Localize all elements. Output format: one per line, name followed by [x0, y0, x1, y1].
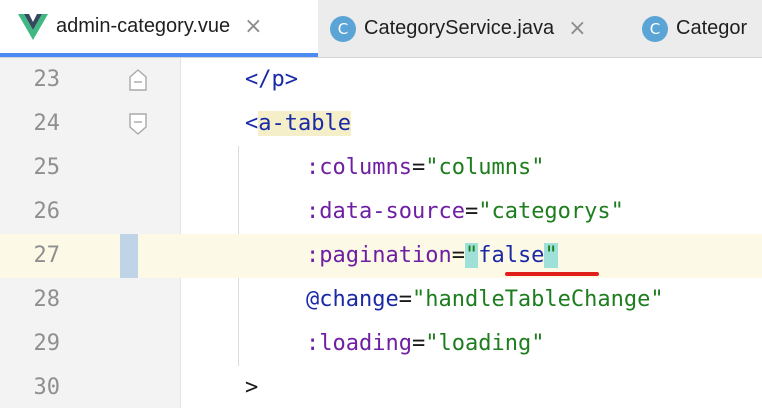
tab-categoryservice-java[interactable]: C CategoryService.java ×	[330, 0, 587, 57]
class-icon: C	[642, 15, 668, 42]
line-number: 24	[33, 111, 61, 136]
line-number: 30	[33, 375, 61, 400]
code-text: :columns="columns"	[306, 155, 545, 180]
line-number: 29	[33, 331, 61, 356]
line-number: 23	[33, 67, 61, 92]
code-line-28[interactable]: 28 @change="handleTableChange"	[0, 278, 762, 322]
tab-admin-category-vue[interactable]: admin-category.vue ×	[0, 0, 318, 57]
error-underline	[505, 272, 599, 276]
code-line-29[interactable]: 29 :loading="loading"	[0, 322, 762, 366]
tab-label: Categor	[676, 17, 748, 39]
line-number: 27	[33, 243, 61, 268]
code-text: @change="handleTableChange"	[306, 287, 664, 312]
class-icon: C	[330, 15, 356, 42]
fold-end-icon[interactable]	[129, 69, 147, 91]
code-text: >	[245, 375, 259, 400]
close-icon[interactable]: ×	[568, 16, 586, 41]
code-line-27[interactable]: 27 :pagination="false"	[0, 234, 762, 278]
code-text: </p>	[245, 67, 298, 92]
code-line-25[interactable]: 25 :columns="columns"	[0, 146, 762, 190]
code-text: :loading="loading"	[306, 331, 545, 356]
line-number: 25	[33, 155, 61, 180]
vue-icon	[18, 13, 48, 40]
tab-label: admin-category.vue	[56, 15, 231, 37]
code-line-26[interactable]: 26 :data-source="categorys"	[0, 190, 762, 234]
tab-label: CategoryService.java	[364, 17, 555, 39]
code-line-30[interactable]: 30 >	[0, 366, 762, 410]
close-icon[interactable]: ×	[244, 14, 262, 39]
code-line-23[interactable]: 23 </p>	[0, 58, 762, 102]
editor-tab-bar: admin-category.vue × C CategoryService.j…	[0, 0, 762, 58]
line-number: 28	[33, 287, 61, 312]
code-line-24[interactable]: 24 <a-table	[0, 102, 762, 146]
line-number: 26	[33, 199, 61, 224]
fold-start-icon[interactable]	[129, 113, 147, 135]
code-text: <a-table	[245, 111, 351, 136]
tab-categor[interactable]: C Categor	[642, 0, 747, 57]
code-text: :data-source="categorys"	[306, 199, 624, 224]
change-marker[interactable]	[120, 234, 138, 278]
